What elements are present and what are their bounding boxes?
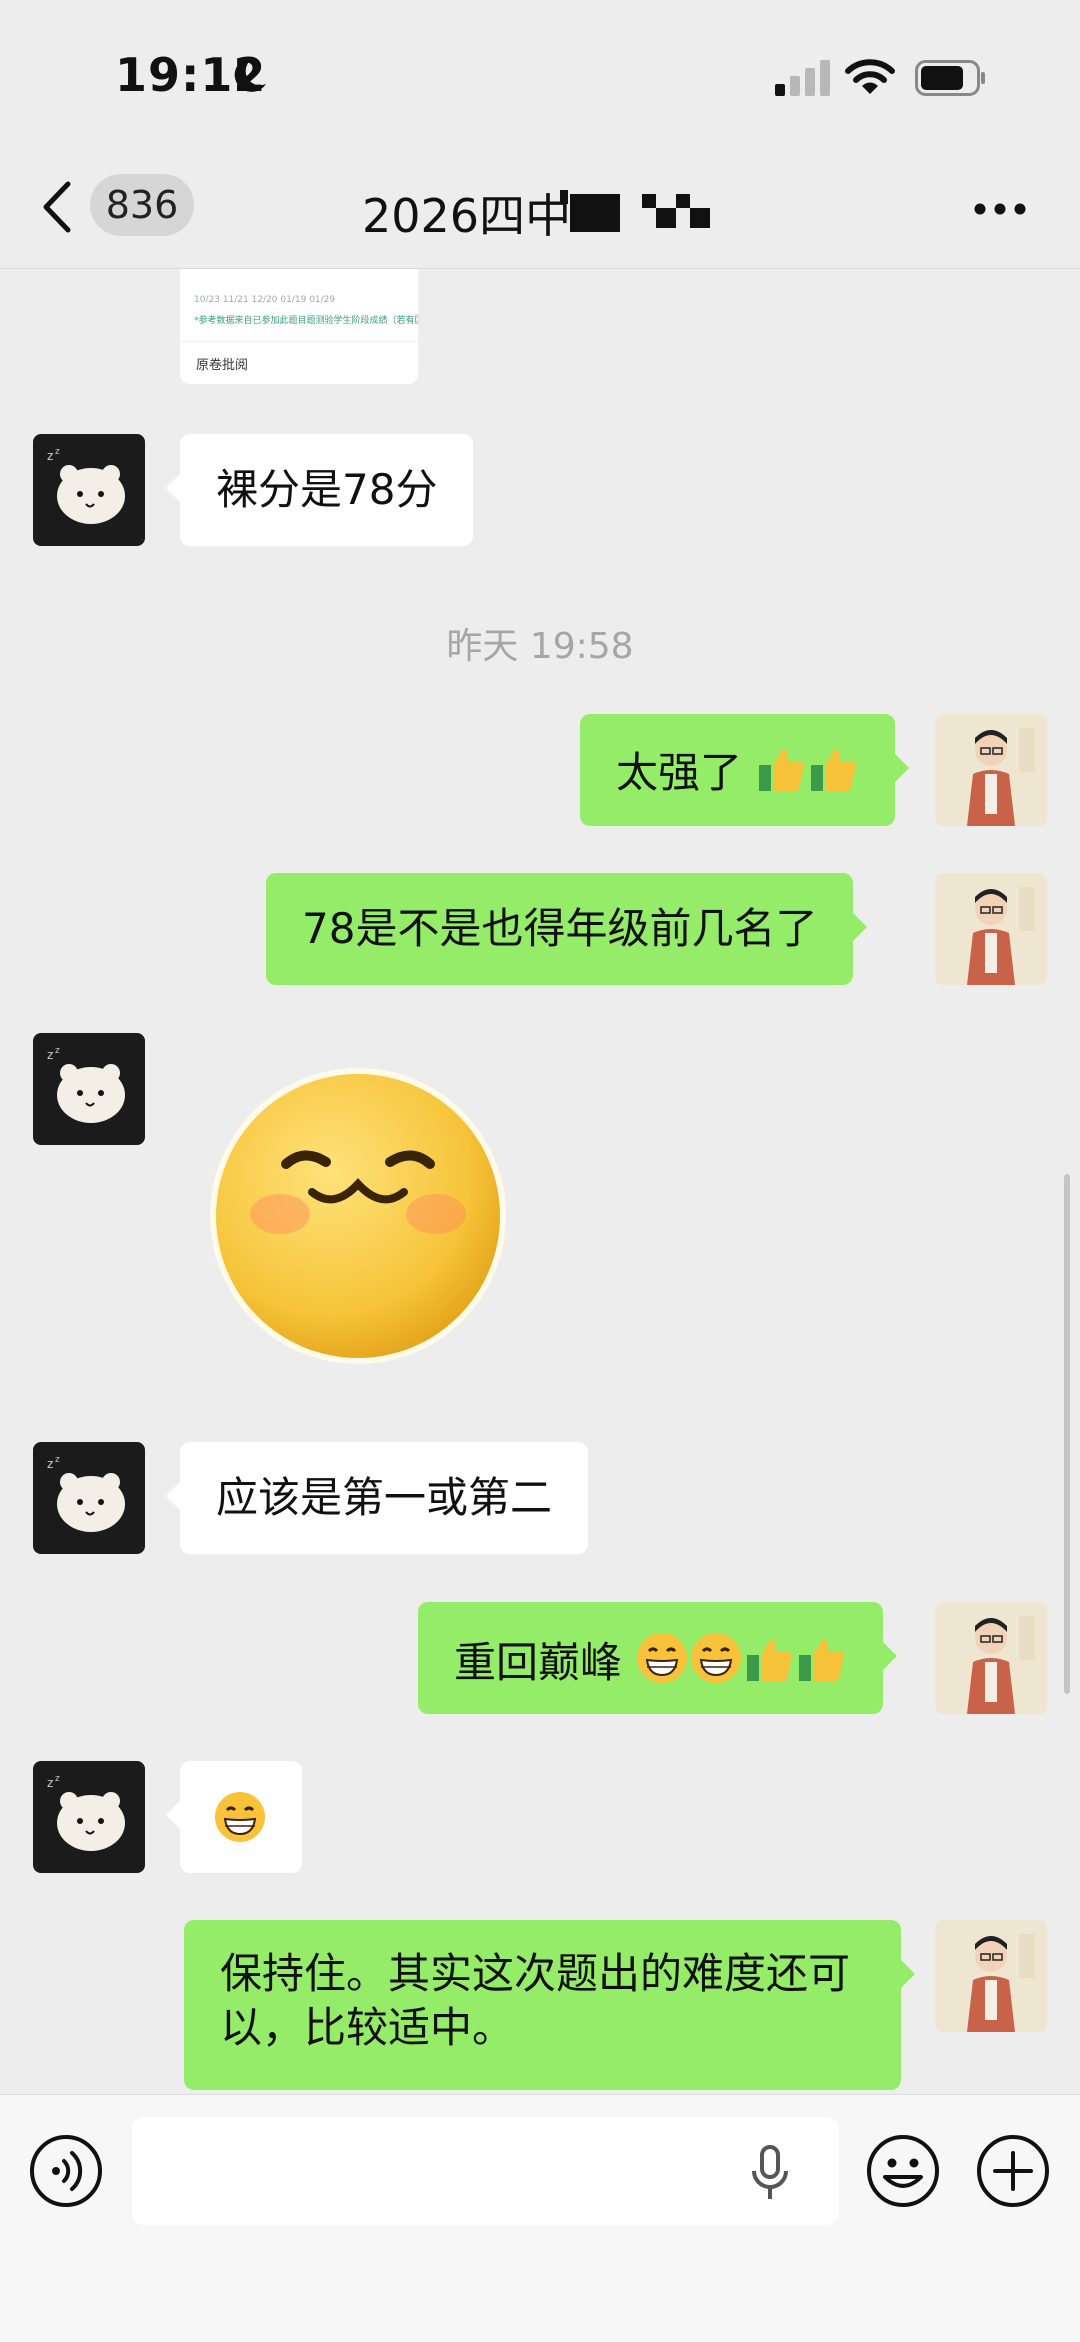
message-text: 保持住。其实这次题出的难度还可以，比较适中。 (220, 1949, 851, 2052)
svg-text:z: z (47, 1048, 53, 1062)
bear-avatar-icon: z z (47, 1774, 125, 1851)
input-bar (0, 2094, 1080, 2342)
bear-avatar-icon: z z (47, 1455, 125, 1532)
avatar[interactable] (935, 714, 1047, 826)
card-date-row: 10/23 11/21 12/20 01/19 01/29 (194, 295, 336, 305)
microphone-icon[interactable] (750, 2145, 790, 2201)
bear-avatar-icon: z z (47, 1046, 125, 1123)
more-dots-icon[interactable] (974, 202, 1026, 216)
message-text: 应该是第一或第二 (216, 1473, 553, 1522)
moon-icon (234, 57, 266, 92)
redaction-mark (560, 190, 710, 232)
teacher-avatar-icon (935, 714, 1047, 826)
grinning-face-icon (215, 1792, 265, 1842)
teacher-avatar-icon (935, 1920, 1047, 2032)
message-input[interactable] (132, 2117, 839, 2225)
message-bubble[interactable]: 保持住。其实这次题出的难度还可以，比较适中。 (184, 1920, 915, 2090)
battery-icon (915, 60, 985, 96)
avatar[interactable]: z z (33, 434, 145, 546)
avatar[interactable] (935, 873, 1047, 985)
card-note: *参考数据来自已参加此题目题测验学生阶段成绩（若有区间） (194, 316, 418, 326)
thumbs-up-icon (759, 749, 805, 791)
message-bubble[interactable] (166, 1761, 302, 1873)
message-bubble[interactable]: 太强了 (580, 714, 910, 826)
status-bar: 19:12 (0, 0, 1080, 150)
svg-text:z: z (47, 449, 53, 463)
message-bubble[interactable]: 重回巅峰 (418, 1602, 898, 1714)
svg-text:z: z (55, 447, 60, 457)
avatar[interactable] (935, 1602, 1047, 1714)
message-text: 重回巅峰 (454, 1638, 623, 1687)
message-timestamp: 昨天 19:58 (446, 626, 634, 667)
bear-avatar-icon: z z (47, 447, 125, 524)
message-text: 78是不是也得年级前几名了 (302, 904, 818, 953)
chat-title: 2026四中 (362, 189, 572, 243)
voice-icon[interactable] (28, 2133, 104, 2209)
message-bubble[interactable]: 裸分是78分 (165, 434, 474, 546)
message-bubble[interactable]: 78是不是也得年级前几名了 (266, 873, 868, 985)
avatar[interactable]: z z (33, 1033, 145, 1145)
avatar[interactable]: z z (33, 1761, 145, 1873)
smug-face-sticker-icon[interactable] (208, 1064, 508, 1374)
teacher-avatar-icon (935, 873, 1047, 985)
chevron-left-icon[interactable] (40, 180, 74, 234)
card-divider (180, 341, 418, 342)
svg-text:z: z (55, 1455, 60, 1465)
card-label: 原卷批阅 (196, 358, 249, 373)
plus-icon[interactable] (975, 2133, 1051, 2209)
grinning-face-icon (691, 1633, 742, 1683)
chat-header: 836 2026四中 (0, 150, 1080, 269)
scrollbar[interactable] (1064, 1174, 1070, 1694)
teacher-avatar-icon (935, 1602, 1047, 1714)
avatar[interactable]: z z (33, 1442, 145, 1554)
svg-text:z: z (47, 1776, 53, 1790)
thumbs-up-icon (747, 1639, 793, 1681)
message-list[interactable]: 10/23 11/21 12/20 01/19 01/29 *参考数据来自已参加… (0, 269, 1080, 2094)
message-bubble[interactable]: 应该是第一或第二 (165, 1442, 589, 1554)
message-text: 太强了 (616, 748, 743, 797)
emoji-icon[interactable] (865, 2133, 941, 2209)
unread-count-badge[interactable]: 836 (90, 174, 194, 236)
svg-text:z: z (55, 1774, 60, 1784)
message-text: 裸分是78分 (216, 465, 438, 514)
wifi-icon (845, 59, 895, 94)
thumbs-up-icon (811, 749, 857, 791)
grinning-face-icon (637, 1633, 688, 1683)
svg-text:z: z (47, 1457, 53, 1471)
avatar[interactable] (935, 1920, 1047, 2032)
thumbs-up-icon (799, 1639, 845, 1681)
shared-exam-card[interactable]: 10/23 11/21 12/20 01/19 01/29 *参考数据来自已参加… (180, 269, 418, 384)
signal-icon (775, 60, 830, 96)
svg-text:z: z (55, 1046, 60, 1056)
